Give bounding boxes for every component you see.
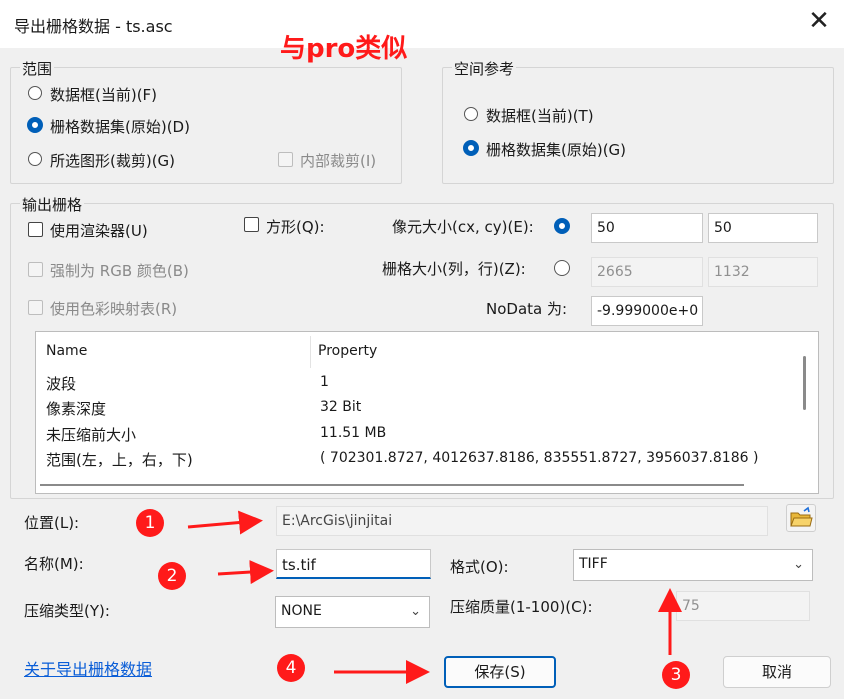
- annotation-arrow-2: [217, 560, 274, 585]
- annotation-arrow-1: [187, 510, 263, 535]
- annotation-arrows: [187, 510, 682, 684]
